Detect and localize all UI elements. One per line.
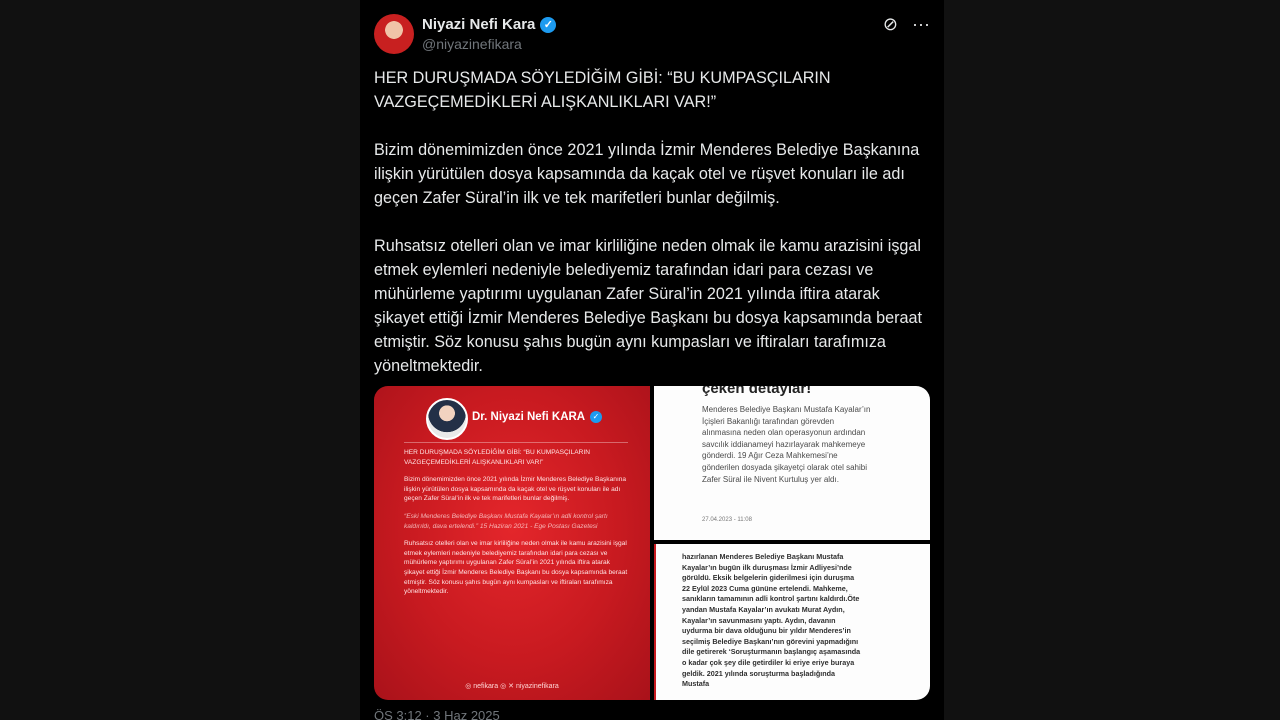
verified-badge-icon: ✓ <box>540 16 557 33</box>
tweet-paragraph: Bizim dönemimizden önce 2021 yılında İzm… <box>374 141 920 207</box>
media-red-card[interactable]: Dr. Niyazi Nefi KARA ✓ HER DURUŞMADA SÖY… <box>374 386 650 700</box>
article-body: hazırlanan Menderes Belediye Başkanı Mus… <box>682 552 861 689</box>
author-display-name[interactable]: Niyazi Nefi Kara <box>422 16 535 33</box>
tweet-headline: HER DURUŞMADA SÖYLEDİĞİM GİBİ: “BU KUMPA… <box>374 69 831 111</box>
card-divider <box>404 442 628 443</box>
article-date: 27.04.2023 - 11:08 <box>702 517 752 523</box>
grok-icon[interactable]: ⊘ <box>883 14 898 34</box>
tweet-card[interactable]: Niyazi Nefi Kara ✓ @niyazinefikara ⊘ ···… <box>360 0 944 720</box>
card-social-footer: ◎ nefikara ◎ ✕ niyazinefikara <box>465 683 559 690</box>
card-paragraph: Bizim dönemimizden önce 2021 yılında İzm… <box>404 476 627 503</box>
media-article-top[interactable]: çeken detaylar! Menderes Belediye Başkan… <box>654 386 930 540</box>
author-avatar[interactable] <box>374 14 414 54</box>
right-backdrop <box>944 0 1280 720</box>
media-article-bottom[interactable]: hazırlanan Menderes Belediye Başkanı Mus… <box>654 544 930 700</box>
card-author-name: Dr. Niyazi Nefi KARA <box>472 411 586 423</box>
card-paragraph: HER DURUŞMADA SÖYLEDİĞİM GİBİ: “BU KUMPA… <box>404 449 590 466</box>
article-body: Menderes Belediye Başkanı Mustafa Kayala… <box>702 405 871 484</box>
tweet-text: HER DURUŞMADA SÖYLEDİĞİM GİBİ: “BU KUMPA… <box>374 66 930 402</box>
card-paragraph: Ruhsatsız otelleri olan ve imar kirliliğ… <box>404 540 628 596</box>
tweet-actions: ⊘ ··· <box>883 14 930 34</box>
author-block[interactable]: Niyazi Nefi Kara ✓ @niyazinefikara <box>422 16 557 52</box>
author-handle[interactable]: @niyazinefikara <box>422 36 556 52</box>
card-avatar <box>426 398 468 440</box>
more-options-icon[interactable]: ··· <box>912 14 930 34</box>
tweet-media-grid[interactable]: Dr. Niyazi Nefi KARA ✓ HER DURUŞMADA SÖY… <box>374 386 930 700</box>
card-verified-icon: ✓ <box>590 411 602 423</box>
tweet-paragraph: Ruhsatsız otelleri olan ve imar kirliliğ… <box>374 237 922 375</box>
tweet-timestamp[interactable]: ÖS 3:12 · 3 Haz 2025 <box>374 708 500 720</box>
left-backdrop <box>0 0 360 720</box>
article-heading: çeken detaylar! <box>702 386 812 397</box>
card-quote: “Eski Menderes Belediye Başkanı Mustafa … <box>404 512 608 530</box>
card-text: HER DURUŞMADA SÖYLEDİĞİM GİBİ: “BU KUMPA… <box>404 448 628 605</box>
